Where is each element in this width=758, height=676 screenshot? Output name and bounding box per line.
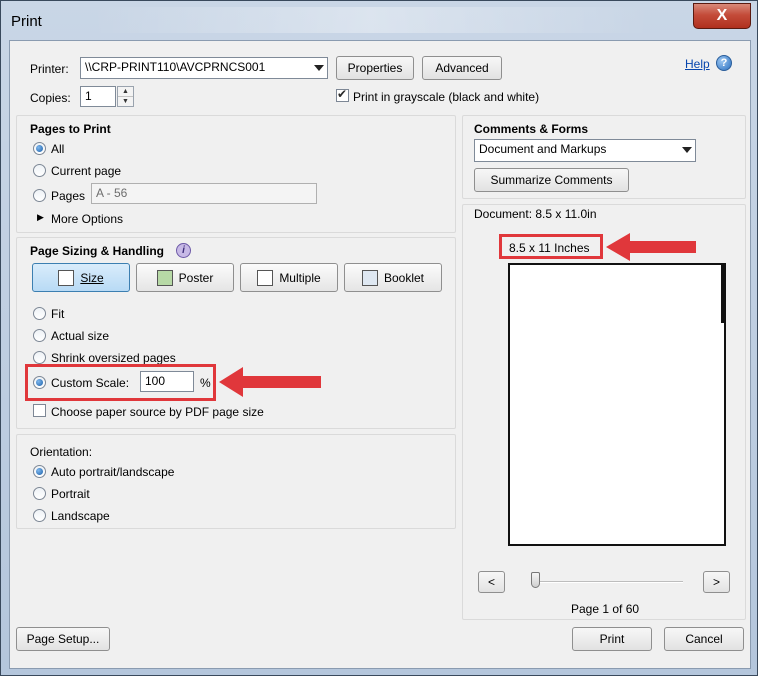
grayscale-label: Print in grayscale (black and white) xyxy=(353,90,540,104)
print-dialog-window: Print X Printer: \\CRP-PRINT110\AVCPRNCS… xyxy=(0,0,758,676)
radio-portrait[interactable] xyxy=(33,487,46,500)
poster-icon xyxy=(156,269,173,286)
custom-scale-highlight-box xyxy=(25,364,216,401)
booklet-icon xyxy=(361,269,378,286)
radio-auto-orientation-label: Auto portrait/landscape xyxy=(51,465,175,479)
copies-stepper[interactable]: ▲ ▼ xyxy=(117,86,134,107)
comments-forms-select[interactable]: Document and Markups xyxy=(474,139,696,162)
advanced-button[interactable]: Advanced xyxy=(422,56,502,80)
orientation-group: Orientation: Auto portrait/landscape Por… xyxy=(16,434,456,529)
document-size-text: Document: 8.5 x 11.0in xyxy=(474,207,597,221)
booklet-mode-label: Booklet xyxy=(383,270,425,285)
paper-size-highlight-box xyxy=(499,234,603,259)
booklet-mode-button[interactable]: Booklet xyxy=(344,263,442,292)
background-blur xyxy=(91,7,651,33)
pages-to-print-title: Pages to Print xyxy=(30,122,111,136)
radio-actual-size-label: Actual size xyxy=(51,329,110,343)
window-title: Print xyxy=(11,13,42,30)
copies-input[interactable]: 1 xyxy=(80,86,116,107)
radio-actual-size[interactable] xyxy=(33,329,46,342)
prev-page-button[interactable]: < xyxy=(478,571,505,593)
paper-size-arrow xyxy=(606,233,696,261)
radio-landscape[interactable] xyxy=(33,509,46,522)
radio-current-page[interactable] xyxy=(33,164,46,177)
size-mode-button[interactable]: Size xyxy=(32,263,130,292)
radio-fit-label: Fit xyxy=(51,307,65,321)
more-options-label[interactable]: More Options xyxy=(51,212,123,226)
grayscale-checkbox[interactable] xyxy=(336,87,349,102)
summarize-comments-button[interactable]: Summarize Comments xyxy=(474,168,629,192)
radio-shrink-oversized[interactable] xyxy=(33,351,46,364)
cancel-button[interactable]: Cancel xyxy=(664,627,744,651)
comments-forms-value: Document and Markups xyxy=(479,142,607,156)
pages-to-print-group: Pages to Print All Current page Pages A … xyxy=(16,115,456,233)
radio-pages[interactable] xyxy=(33,189,46,202)
radio-all[interactable] xyxy=(33,142,46,155)
close-button[interactable]: X xyxy=(693,3,751,29)
page-slider-thumb[interactable] xyxy=(531,572,540,588)
stepper-down-icon[interactable]: ▼ xyxy=(118,97,133,107)
multiple-mode-label: Multiple xyxy=(279,270,321,285)
multiple-mode-button[interactable]: Multiple xyxy=(240,263,338,292)
radio-fit[interactable] xyxy=(33,307,46,320)
page-preview xyxy=(508,263,726,546)
next-page-button[interactable]: > xyxy=(703,571,730,593)
chevron-down-icon xyxy=(682,147,692,153)
comments-forms-title: Comments & Forms xyxy=(474,122,589,136)
page-sizing-title: Page Sizing & Handling xyxy=(30,244,165,258)
copies-label: Copies: xyxy=(30,91,71,105)
preview-group: Document: 8.5 x 11.0in 8.5 x 11 Inches <… xyxy=(462,204,746,620)
help-icon[interactable]: ? xyxy=(716,55,732,71)
radio-current-page-label: Current page xyxy=(51,164,122,178)
dialog-client-area: Printer: \\CRP-PRINT110\AVCPRNCS001 Prop… xyxy=(9,40,751,669)
info-icon[interactable]: i xyxy=(176,243,191,258)
printer-label: Printer: xyxy=(30,62,69,76)
properties-button[interactable]: Properties xyxy=(336,56,414,80)
paper-source-label: Choose paper source by PDF page size xyxy=(51,405,264,419)
comments-forms-group: Comments & Forms Document and Markups Su… xyxy=(462,115,746,199)
size-mode-label: Size xyxy=(80,270,104,285)
page-info-text: Page 1 of 60 xyxy=(571,602,640,616)
custom-scale-arrow xyxy=(219,367,321,397)
pages-range-input[interactable]: A - 56 xyxy=(91,183,317,204)
radio-shrink-oversized-label: Shrink oversized pages xyxy=(51,351,176,365)
poster-mode-button[interactable]: Poster xyxy=(136,263,234,292)
radio-all-label: All xyxy=(51,142,65,156)
printer-select[interactable]: \\CRP-PRINT110\AVCPRNCS001 xyxy=(80,57,328,79)
poster-mode-label: Poster xyxy=(178,270,214,285)
radio-landscape-label: Landscape xyxy=(51,509,110,523)
expand-triangle-icon[interactable]: ▶ xyxy=(37,212,44,223)
radio-auto-orientation[interactable] xyxy=(33,465,46,478)
stepper-up-icon[interactable]: ▲ xyxy=(118,87,133,97)
preview-scrollbar[interactable] xyxy=(721,265,724,323)
page-setup-button[interactable]: Page Setup... xyxy=(16,627,110,651)
printer-select-value: \\CRP-PRINT110\AVCPRNCS001 xyxy=(85,60,266,74)
help-link[interactable]: Help xyxy=(685,57,710,71)
orientation-title: Orientation: xyxy=(30,445,93,459)
page-slider-track[interactable] xyxy=(535,581,683,583)
paper-source-checkbox[interactable] xyxy=(33,404,46,417)
multiple-pages-icon xyxy=(257,269,274,286)
radio-portrait-label: Portrait xyxy=(51,487,90,501)
chevron-down-icon xyxy=(314,65,324,71)
size-icon xyxy=(58,269,75,286)
radio-pages-label: Pages xyxy=(51,189,86,203)
print-button[interactable]: Print xyxy=(572,627,652,651)
